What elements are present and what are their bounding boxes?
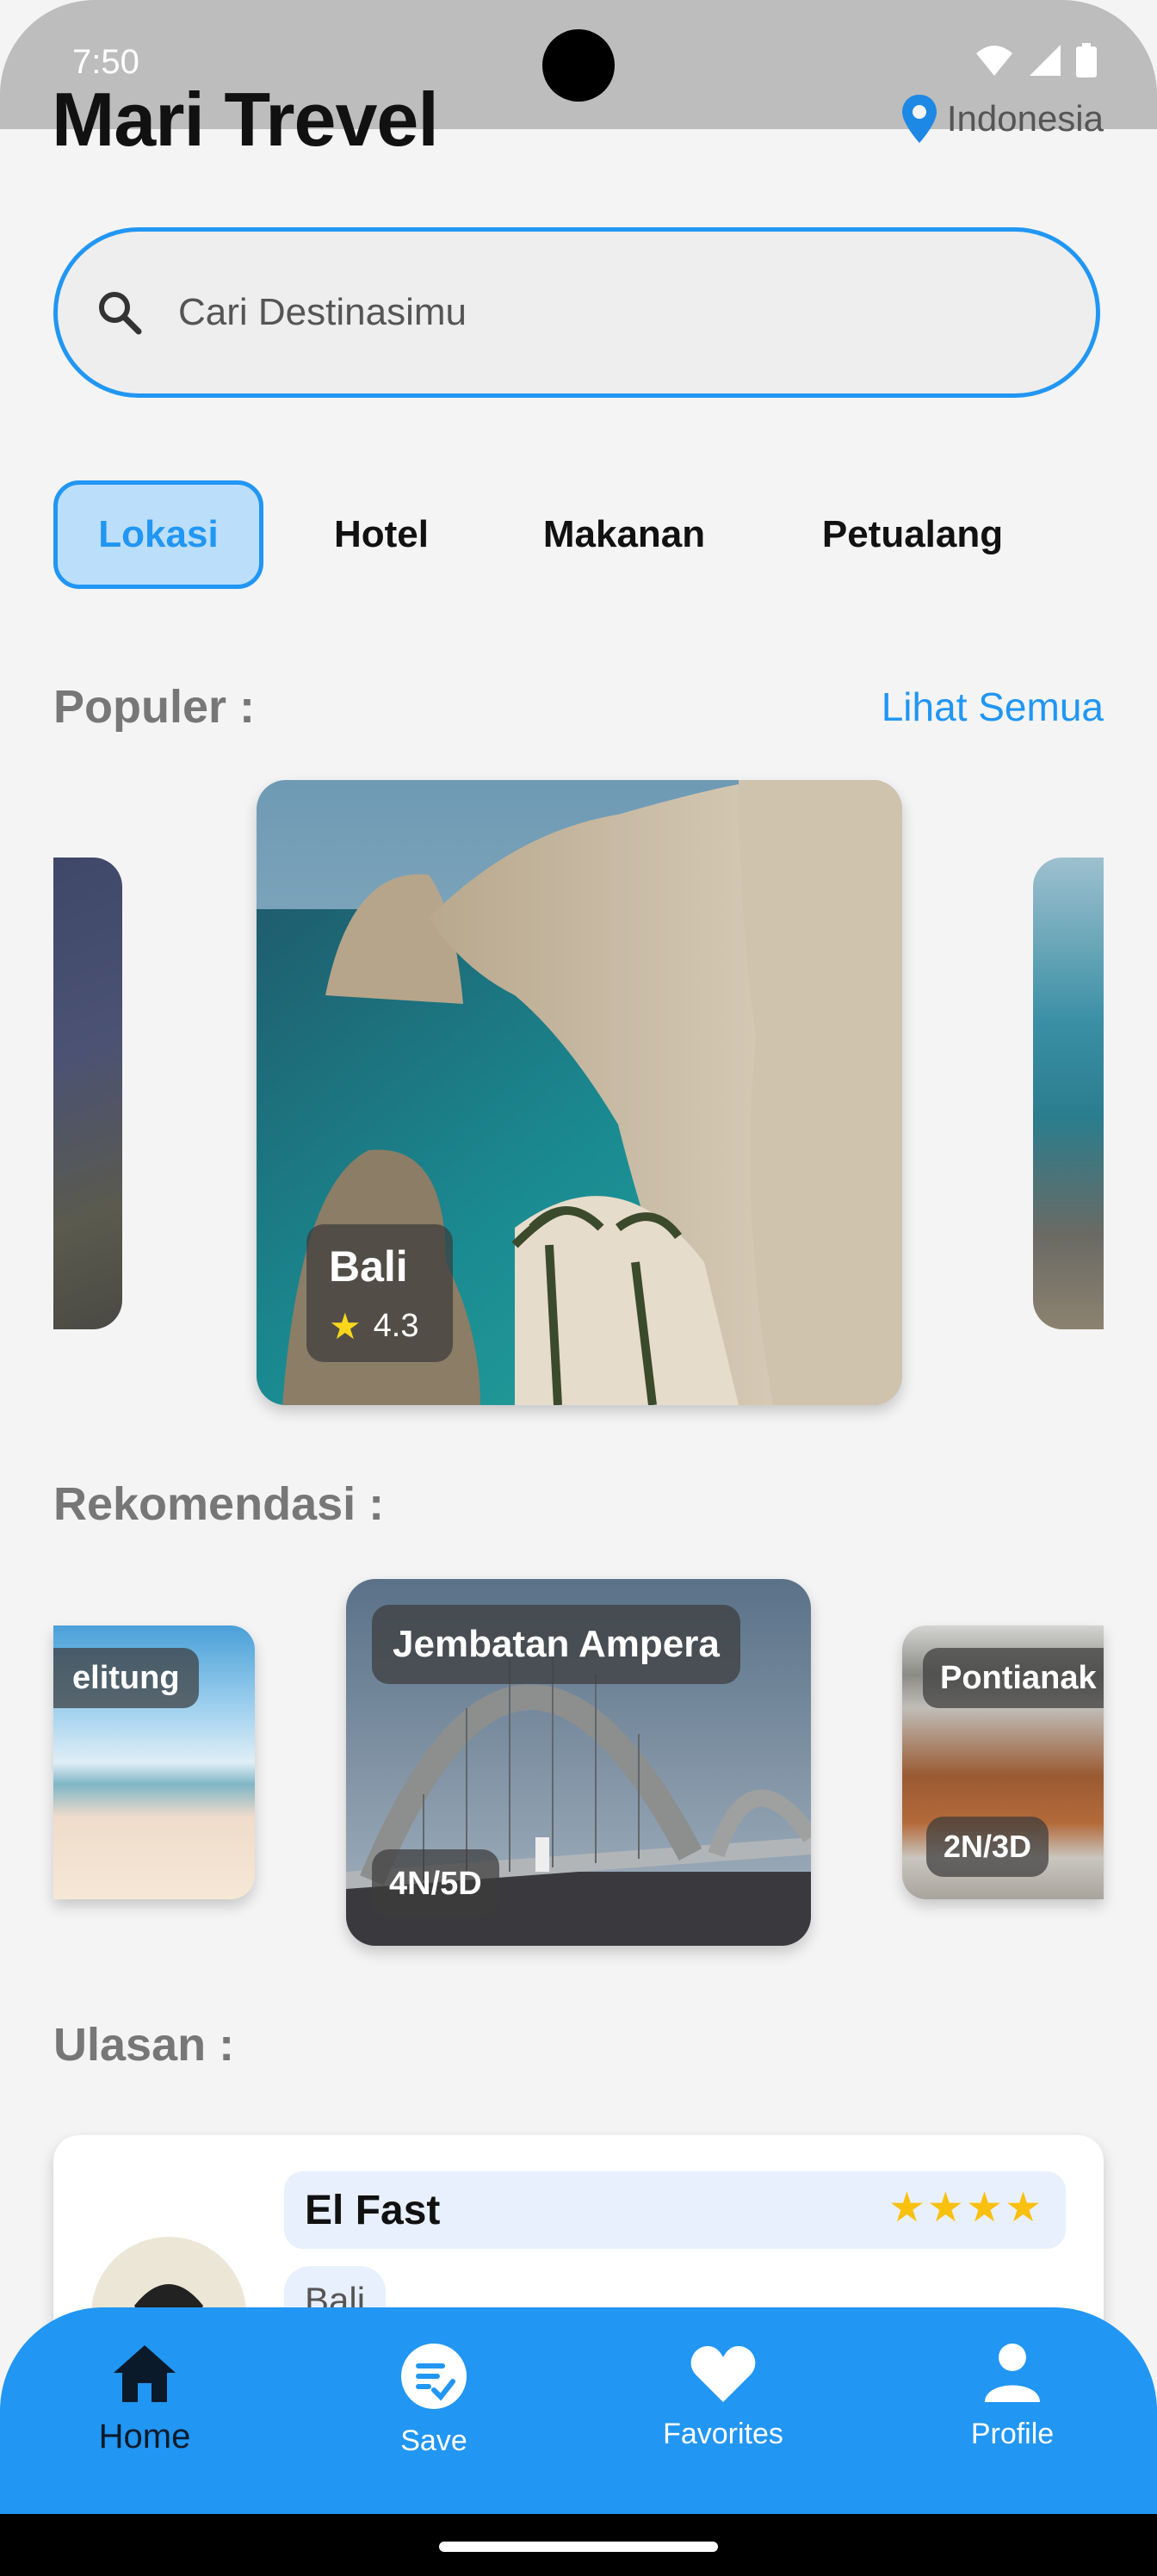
tab-hotel[interactable]: Hotel	[306, 480, 456, 589]
person-icon	[985, 2344, 1040, 2402]
destination-name: Bali	[329, 1242, 408, 1291]
system-icons	[974, 43, 1097, 77]
search-input[interactable]: Cari Destinasimu	[178, 291, 467, 334]
review-header: El Fast ★★★★	[284, 2171, 1066, 2249]
recommend-duration: 2N/3D	[926, 1817, 1049, 1877]
destination-rating: 4.3	[373, 1308, 419, 1344]
location-label: Indonesia	[946, 98, 1104, 139]
nav-home[interactable]: Home	[59, 2342, 231, 2456]
reviewer-name: El Fast	[305, 2188, 441, 2233]
bali-label-box: Bali ★ 4.3	[306, 1224, 453, 1362]
search-bar[interactable]: Cari Destinasimu	[53, 227, 1100, 398]
nav-save-label: Save	[400, 2424, 467, 2457]
recommend-card-pontianak[interactable]: Pontianak 2N/3D	[902, 1625, 1104, 1899]
reviews-heading: Ulasan :	[53, 2019, 235, 2071]
app-title: Mari Trevel	[52, 77, 439, 162]
wifi-icon	[976, 46, 1012, 76]
star-icon: ★	[329, 1306, 362, 1347]
home-icon	[114, 2345, 176, 2402]
rating-stars-icon: ★★★★	[888, 2185, 1043, 2231]
tab-petualang[interactable]: Petualang	[792, 480, 1033, 589]
location-selector[interactable]: Indonesia	[900, 93, 1104, 145]
popular-heading: Populer :	[53, 681, 256, 733]
popular-card-bali[interactable]: Bali ★ 4.3	[257, 780, 902, 1405]
popular-card-right[interactable]	[1033, 858, 1104, 1329]
location-pin-icon	[901, 95, 937, 143]
battery-icon	[1076, 43, 1097, 77]
save-check-icon	[401, 2344, 467, 2409]
recommend-card-belitung[interactable]: elitung	[53, 1625, 255, 1899]
recommend-name: elitung	[53, 1648, 199, 1708]
search-icon	[99, 292, 142, 335]
nav-favorites[interactable]: Favorites	[637, 2342, 809, 2451]
tab-makanan[interactable]: Makanan	[517, 480, 732, 589]
nav-profile[interactable]: Profile	[926, 2342, 1098, 2451]
camera-cutout	[542, 29, 615, 102]
recommend-name: Jembatan Ampera	[372, 1605, 740, 1684]
recommend-card-ampera[interactable]: Jembatan Ampera 4N/5D	[346, 1579, 811, 1946]
nav-profile-label: Profile	[970, 2418, 1055, 2450]
nav-home-label: Home	[98, 2418, 191, 2455]
heart-icon	[690, 2345, 756, 2402]
tab-lokasi[interactable]: Lokasi	[53, 480, 263, 589]
recommend-name: Pontianak	[923, 1648, 1104, 1708]
popular-card-left[interactable]	[53, 858, 122, 1329]
nav-favorites-label: Favorites	[663, 2418, 783, 2450]
home-gesture-bar[interactable]	[439, 2542, 718, 2552]
recommend-heading: Rekomendasi :	[53, 1478, 385, 1530]
signal-icon	[1030, 45, 1061, 76]
nav-save[interactable]: Save	[348, 2342, 520, 2458]
see-all-link[interactable]: Lihat Semua	[882, 684, 1104, 730]
recommend-duration: 4N/5D	[372, 1849, 499, 1918]
